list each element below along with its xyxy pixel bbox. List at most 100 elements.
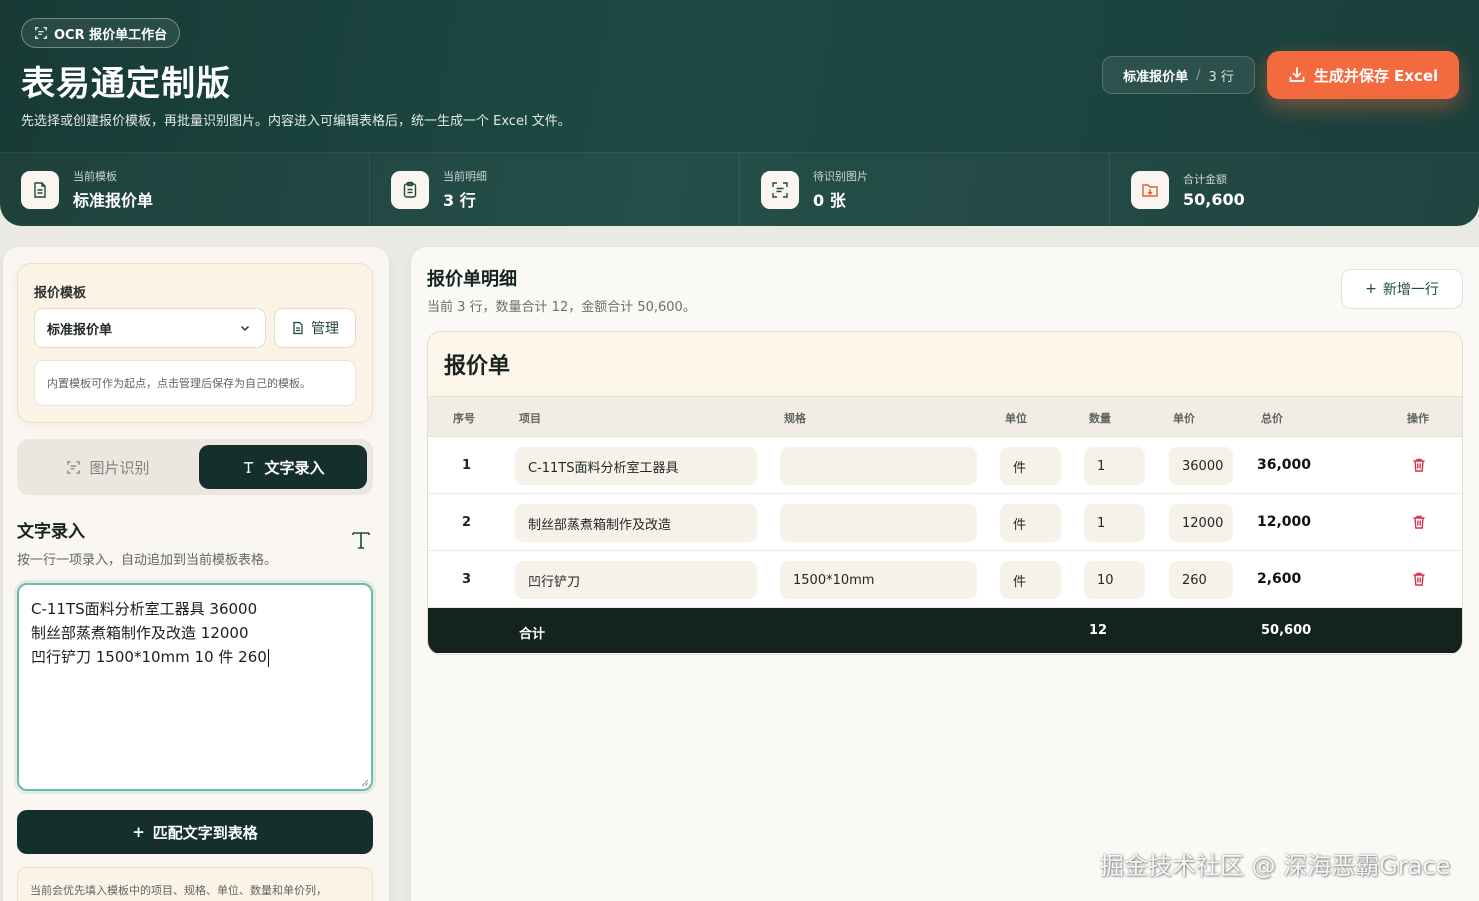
watermark: 掘金技术社区 @ 深海恶霸Grace [1100,852,1451,880]
page-subtitle: 先选择或创建报价模板，再批量识别图片。内容进入可编辑表格后，统一生成一个 Exc… [21,114,571,129]
template-select-value: 标准报价单 [47,322,113,338]
trash-icon[interactable] [1411,571,1427,587]
add-row-button[interactable]: + 新增一行 [1341,269,1463,309]
stat-value: 标准报价单 [73,191,154,210]
folder-download-icon [1142,183,1158,197]
tab-image-recognition[interactable]: 图片识别 [21,445,195,489]
generate-excel-label: 生成并保存 Excel [1313,66,1439,85]
template-summary-pill: 标准报价单 / 3 行 [1102,56,1255,94]
template-label: 报价模板 [34,286,87,301]
stat-icon-box [21,170,59,209]
tab-text-label: 文字录入 [264,458,325,477]
stat-pending-images: 待识别图片 0 张 [740,153,1110,226]
unit-input[interactable]: 件 [1000,561,1061,599]
stat-label: 待识别图片 [813,170,868,183]
table-row: 3 凹行铲刀 1500*10mm 件 10 260 2,600 [428,551,1462,608]
item-input[interactable]: 凹行铲刀 [515,561,757,599]
text-line: 凹行铲刀 1500*10mm 10 件 260 [31,648,267,666]
text-icon [352,532,370,549]
row-total: 2,600 [1257,571,1302,587]
match-note: 当前会优先填入模板中的项目、规格、单位、数量和单价列， [17,867,373,901]
item-input[interactable]: 制丝部蒸煮箱制作及改造 [515,504,757,542]
plus-icon: + [132,823,145,841]
sum-total: 50,600 [1261,623,1312,638]
text-line: 制丝部蒸煮箱制作及改造 12000 [31,624,249,642]
stat-label: 合计金额 [1183,172,1227,186]
price-input[interactable]: 12000 [1169,504,1233,542]
unit-input[interactable]: 件 [1000,504,1061,542]
manage-templates-button[interactable]: 管理 [274,308,356,348]
price-input[interactable]: 260 [1169,561,1233,599]
stat-icon-box [391,170,429,209]
manage-label: 管理 [311,321,339,337]
tab-image-label: 图片识别 [89,458,150,477]
page-title: 表易通定制版 [21,64,231,104]
tab-text-entry[interactable]: 文字录入 [199,445,367,489]
text-line-last: 凹行铲刀 1500*10mm 10 件 260 [31,645,359,669]
sum-qty: 12 [1089,623,1108,638]
resize-grip-icon[interactable] [359,777,369,787]
trash-icon[interactable] [1411,457,1427,473]
scan-icon [67,460,81,474]
stat-total-amount: 合计金额 50,600 [1110,153,1479,226]
left-panel: 报价模板 标准报价单 管理 内置模板可作为起点，点击管理后保存为自己的模板。 图… [3,247,389,901]
col-unit: 单位 [1005,412,1027,425]
spec-input[interactable]: 1500*10mm [780,561,977,599]
stat-current-rows: 当前明细 3 行 [370,153,740,226]
match-text-button[interactable]: + 匹配文字到表格 [17,810,373,854]
row-total: 36,000 [1257,457,1312,473]
row-seq: 1 [462,458,472,473]
input-mode-tabs: 图片识别 文字录入 [17,439,373,495]
detail-subtitle: 当前 3 行，数量合计 12，金额合计 50,600。 [427,300,696,315]
plus-icon: + [1365,281,1377,297]
chevron-down-icon [240,325,250,332]
stat-value: 50,600 [1183,189,1245,209]
right-panel: 报价单明细 当前 3 行，数量合计 12，金额合计 50,600。 + 新增一行… [411,247,1479,901]
template-card: 报价模板 标准报价单 管理 内置模板可作为起点，点击管理后保存为自己的模板。 [17,263,373,423]
spec-input[interactable] [780,447,977,485]
text-icon [244,461,254,473]
stat-icon-box [1131,170,1169,209]
text-line: C-11TS面料分析室工器具 36000 [31,600,258,618]
unit-input[interactable]: 件 [1000,447,1061,485]
col-seq: 序号 [453,412,475,425]
match-text-label: 匹配文字到表格 [152,823,258,842]
qty-input[interactable]: 1 [1084,447,1145,485]
spec-input[interactable] [780,504,977,542]
col-price: 单价 [1173,412,1195,425]
generate-excel-button[interactable]: 生成并保存 Excel [1267,51,1459,99]
stat-value: 3 行 [443,191,476,210]
document-icon [34,181,46,198]
col-item: 项目 [519,412,541,425]
sum-row: 合计 12 50,600 [428,608,1462,653]
separator: / [1196,67,1201,83]
text-entry-desc: 按一行一项录入，自动追加到当前模板表格。 [17,553,278,568]
stats-bar: 当前模板 标准报价单 当前明细 3 行 待识别图片 0 张 合计金额 50,60… [0,152,1479,226]
document-icon [293,321,303,335]
detail-title: 报价单明细 [427,269,517,290]
text-caret [267,648,269,667]
template-hint: 内置模板可作为起点，点击管理后保存为自己的模板。 [34,360,356,406]
template-select[interactable]: 标准报价单 [34,308,266,348]
qty-input[interactable]: 10 [1084,561,1145,599]
quote-title: 报价单 [428,332,1462,397]
item-input[interactable]: C-11TS面料分析室工器具 [515,447,757,485]
qty-input[interactable]: 1 [1084,504,1145,542]
price-input[interactable]: 36000 [1169,447,1233,485]
scan-icon [35,27,47,39]
badge-text: OCR 报价单工作台 [54,27,168,43]
table-row: 1 C-11TS面料分析室工器具 件 1 36000 36,000 [428,437,1462,494]
top-header: OCR 报价单工作台 表易通定制版 先选择或创建报价模板，再批量识别图片。内容进… [0,0,1479,226]
row-count: 3 行 [1208,69,1234,85]
stat-current-template: 当前模板 标准报价单 [0,153,370,226]
row-seq: 3 [462,572,472,587]
text-entry-textarea[interactable]: C-11TS面料分析室工器具 36000 制丝部蒸煮箱制作及改造 12000 凹行铲… [17,583,373,791]
row-total: 12,000 [1257,514,1312,530]
scan-icon [772,181,788,198]
stat-label: 当前明细 [443,170,487,183]
table-row: 2 制丝部蒸煮箱制作及改造 件 1 12000 12,000 [428,494,1462,551]
stat-value: 0 张 [813,191,846,210]
trash-icon[interactable] [1411,514,1427,530]
add-row-label: 新增一行 [1382,282,1439,298]
table-header: 序号 项目 规格 单位 数量 单价 总价 操作 [428,397,1462,437]
